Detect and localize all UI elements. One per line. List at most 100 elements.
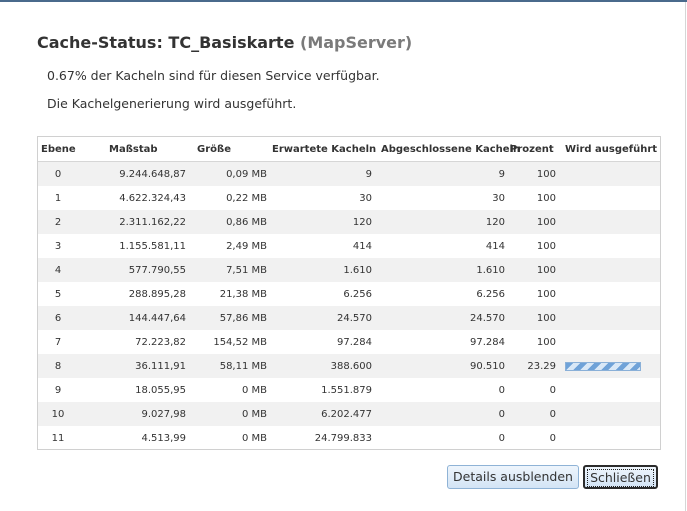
cell-percent: 100 (507, 258, 562, 282)
cell-level: 11 (38, 426, 78, 449)
table-row: 8 36.111,91 58,11 MB 388.600 90.510 23.29 (38, 354, 660, 378)
cell-running (562, 378, 660, 402)
cell-level: 10 (38, 402, 78, 426)
close-button-label: Schließen (587, 469, 654, 487)
cell-size: 0,86 MB (194, 210, 269, 234)
cell-level: 0 (38, 161, 78, 186)
cell-size: 0 MB (194, 402, 269, 426)
cell-expected-tiles: 1.551.879 (269, 378, 373, 402)
cell-scale: 4.513,99 (78, 426, 194, 449)
cell-expected-tiles: 1.610 (269, 258, 373, 282)
cell-completed-tiles: 90.510 (373, 354, 507, 378)
cell-running (562, 426, 660, 449)
cache-level-table: Ebene Maßstab Größe Erwartete Kacheln Ab… (37, 136, 661, 450)
cell-completed-tiles: 6.256 (373, 282, 507, 306)
cell-scale: 577.790,55 (78, 258, 194, 282)
column-header-running[interactable]: Wird ausgeführt (562, 137, 660, 162)
dialog-title-text: Cache-Status: TC_Basiskarte (37, 33, 295, 52)
table-row: 2 2.311.162,22 0,86 MB 120 120 100 (38, 210, 660, 234)
cell-scale: 2.311.162,22 (78, 210, 194, 234)
running-progress-bar (565, 361, 641, 371)
close-button[interactable]: Schließen (583, 465, 658, 489)
cell-expected-tiles: 6.256 (269, 282, 373, 306)
table-header-row: Ebene Maßstab Größe Erwartete Kacheln Ab… (38, 137, 660, 162)
cell-level: 9 (38, 378, 78, 402)
cell-size: 154,52 MB (194, 330, 269, 354)
cell-completed-tiles: 97.284 (373, 330, 507, 354)
cell-percent: 0 (507, 426, 562, 449)
cell-completed-tiles: 1.610 (373, 258, 507, 282)
column-header-size[interactable]: Größe (194, 137, 269, 162)
cell-running (562, 306, 660, 330)
cell-size: 0,09 MB (194, 161, 269, 186)
table-row: 0 9.244.648,87 0,09 MB 9 9 100 (38, 161, 660, 186)
cell-running (562, 258, 660, 282)
cell-level: 1 (38, 186, 78, 210)
generation-status-message: Die Kachelgenerierung wird ausgeführt. (47, 96, 297, 111)
cell-size: 58,11 MB (194, 354, 269, 378)
cell-percent: 100 (507, 186, 562, 210)
cell-level: 5 (38, 282, 78, 306)
column-header-level[interactable]: Ebene (38, 137, 78, 162)
cell-expected-tiles: 414 (269, 234, 373, 258)
hide-details-button[interactable]: Details ausblenden (447, 465, 579, 489)
cell-running (562, 282, 660, 306)
cell-scale: 72.223,82 (78, 330, 194, 354)
table-row: 3 1.155.581,11 2,49 MB 414 414 100 (38, 234, 660, 258)
cell-running (562, 402, 660, 426)
cell-running (562, 161, 660, 186)
cell-expected-tiles: 97.284 (269, 330, 373, 354)
cell-percent: 100 (507, 282, 562, 306)
cell-level: 2 (38, 210, 78, 234)
column-header-percent[interactable]: Prozent (507, 137, 562, 162)
cell-percent: 23.29 (507, 354, 562, 378)
cell-scale: 288.895,28 (78, 282, 194, 306)
cell-expected-tiles: 6.202.477 (269, 402, 373, 426)
cell-scale: 36.111,91 (78, 354, 194, 378)
cell-size: 0,22 MB (194, 186, 269, 210)
cell-expected-tiles: 388.600 (269, 354, 373, 378)
cell-level: 7 (38, 330, 78, 354)
cell-size: 21,38 MB (194, 282, 269, 306)
column-header-scale[interactable]: Maßstab (78, 137, 194, 162)
cell-running (562, 330, 660, 354)
cell-scale: 1.155.581,11 (78, 234, 194, 258)
cell-percent: 100 (507, 234, 562, 258)
table-row: 4 577.790,55 7,51 MB 1.610 1.610 100 (38, 258, 660, 282)
cell-completed-tiles: 0 (373, 402, 507, 426)
cell-level: 6 (38, 306, 78, 330)
cell-completed-tiles: 120 (373, 210, 507, 234)
cell-running (562, 186, 660, 210)
column-header-expected-tiles[interactable]: Erwartete Kacheln (269, 137, 376, 162)
cell-completed-tiles: 24.570 (373, 306, 507, 330)
dialog-title: Cache-Status: TC_Basiskarte (MapServer) (37, 33, 412, 52)
cell-size: 2,49 MB (194, 234, 269, 258)
cell-running (562, 354, 660, 378)
cell-completed-tiles: 0 (373, 378, 507, 402)
cell-percent: 100 (507, 306, 562, 330)
cell-expected-tiles: 30 (269, 186, 373, 210)
cell-level: 8 (38, 354, 78, 378)
table-row: 11 4.513,99 0 MB 24.799.833 0 0 (38, 426, 660, 449)
cell-completed-tiles: 0 (373, 426, 507, 449)
table-row: 9 18.055,95 0 MB 1.551.879 0 0 (38, 378, 660, 402)
cell-percent: 0 (507, 402, 562, 426)
column-header-completed-tiles[interactable]: Abgeschlossene Kacheln (373, 137, 520, 162)
cell-percent: 0 (507, 378, 562, 402)
cell-size: 0 MB (194, 426, 269, 449)
table-row: 6 144.447,64 57,86 MB 24.570 24.570 100 (38, 306, 660, 330)
cell-level: 3 (38, 234, 78, 258)
cell-completed-tiles: 414 (373, 234, 507, 258)
cell-percent: 100 (507, 161, 562, 186)
availability-message: 0.67% der Kacheln sind für diesen Servic… (47, 68, 380, 83)
table-row: 5 288.895,28 21,38 MB 6.256 6.256 100 (38, 282, 660, 306)
cell-running (562, 210, 660, 234)
cell-percent: 100 (507, 330, 562, 354)
cell-percent: 100 (507, 210, 562, 234)
cell-running (562, 234, 660, 258)
table-row: 7 72.223,82 154,52 MB 97.284 97.284 100 (38, 330, 660, 354)
cell-completed-tiles: 30 (373, 186, 507, 210)
cell-expected-tiles: 9 (269, 161, 373, 186)
cell-expected-tiles: 24.799.833 (269, 426, 373, 449)
table-row: 10 9.027,98 0 MB 6.202.477 0 0 (38, 402, 660, 426)
